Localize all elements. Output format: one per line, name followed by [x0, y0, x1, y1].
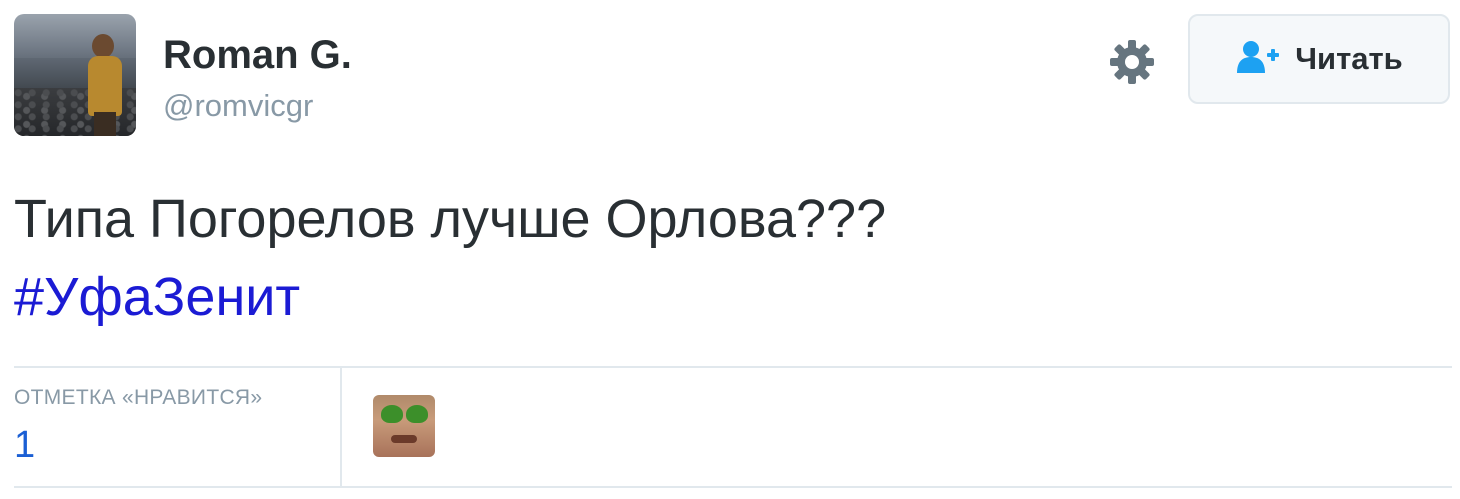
likes-count[interactable]: 1 [14, 424, 35, 467]
liker-avatar[interactable] [373, 395, 435, 457]
follow-button[interactable]: Читать [1188, 14, 1450, 104]
likes-label: ОТМЕТКА «НРАВИТСЯ» [14, 386, 263, 409]
liker-avatar-mouth [391, 435, 417, 443]
liker-avatar-leaf-left [381, 405, 403, 423]
avatar-person-body [88, 56, 122, 116]
stats-divider-top [14, 366, 1452, 368]
author-handle[interactable]: @romvicgr [163, 86, 313, 126]
tweet-text: Типа Погорелов лучше Орлова??? [14, 189, 887, 249]
liker-avatar-leaf-right [406, 405, 428, 423]
author-avatar[interactable] [14, 14, 136, 136]
author-name[interactable]: Roman G. [163, 31, 352, 79]
stats-separator [340, 368, 342, 486]
stats-divider-bottom [14, 486, 1452, 488]
gear-icon[interactable] [1108, 38, 1156, 86]
avatar-person-head [92, 34, 114, 58]
avatar-person-legs [94, 112, 116, 136]
hashtag-link[interactable]: #УфаЗенит [14, 264, 300, 330]
follow-user-plus-icon [1235, 39, 1281, 80]
follow-button-label: Читать [1295, 41, 1403, 76]
